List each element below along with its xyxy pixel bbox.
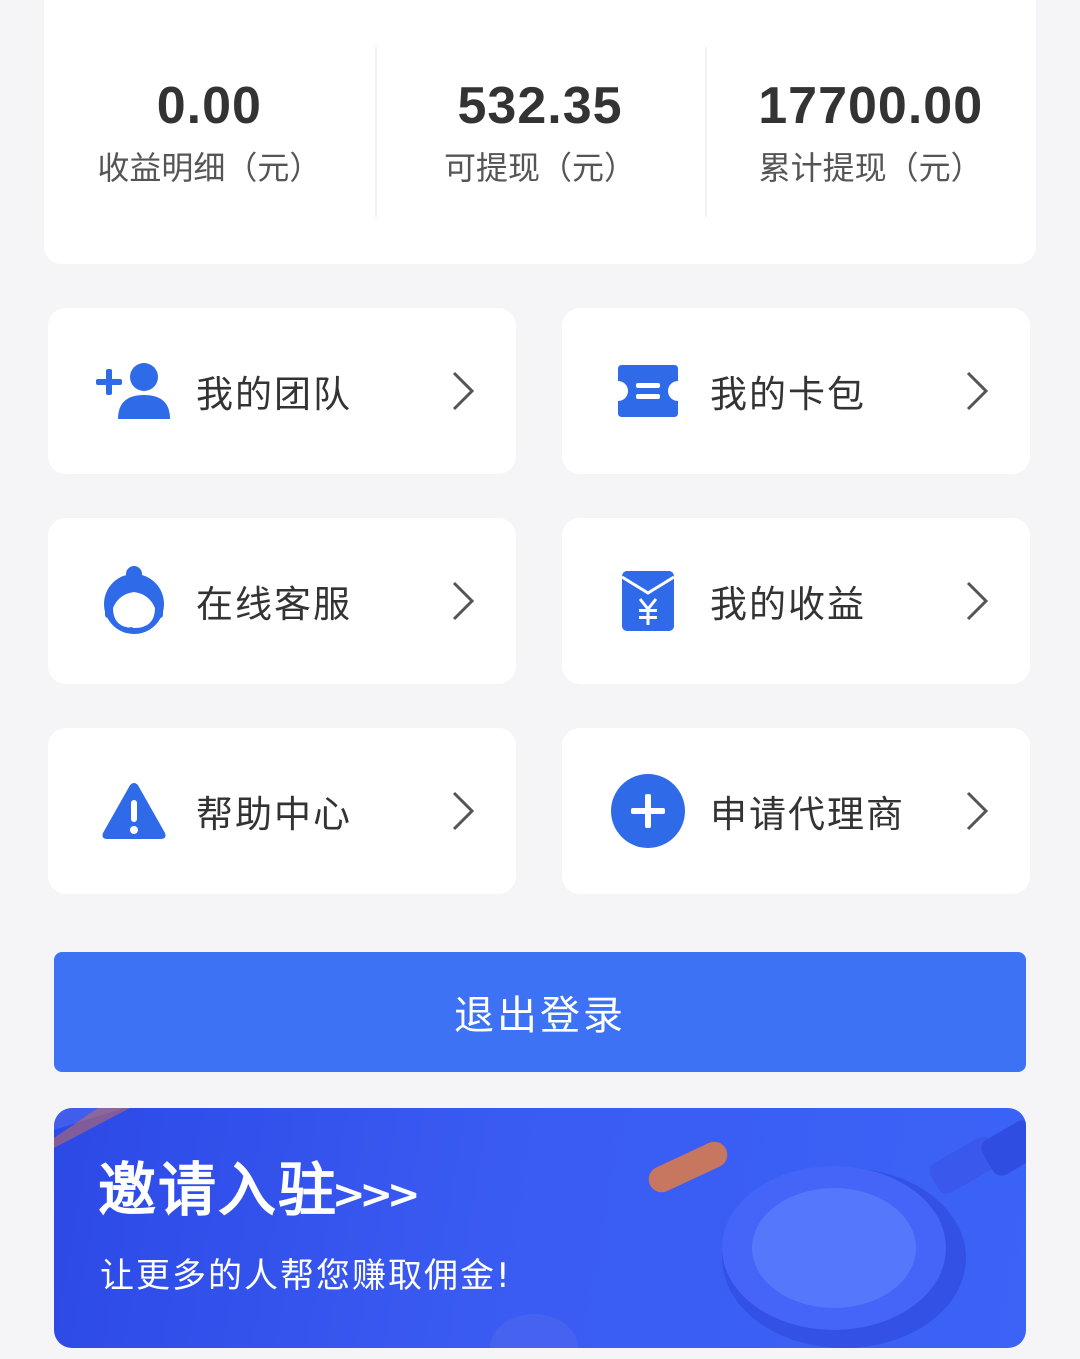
chevron-right-icon <box>452 371 475 411</box>
chevron-right-icon <box>966 581 989 621</box>
stat-label: 可提现（元） <box>444 149 637 187</box>
menu-item-label: 我的团队 <box>196 373 352 416</box>
menu-item-help-center[interactable]: 帮助中心 <box>48 728 516 894</box>
stat-label: 累计提现（元） <box>758 149 983 187</box>
menu-item-label: 我的收益 <box>710 583 866 626</box>
stat-income-detail[interactable]: 0.00 收益明细（元） <box>44 47 375 217</box>
chevron-right-icon <box>452 581 475 621</box>
profile-page: 0.00 收益明细（元） 532.35 可提现（元） 17700.00 累计提现… <box>0 0 1080 1359</box>
customer-service-icon <box>94 561 174 641</box>
menu-item-label: 我的卡包 <box>710 373 866 416</box>
menu-item-apply-agent[interactable]: 申请代理商 <box>562 728 1030 894</box>
logout-button[interactable]: 退出登录 <box>54 952 1026 1072</box>
plus-circle-icon <box>608 771 688 851</box>
chevron-right-icon <box>452 791 475 831</box>
stat-value: 0.00 <box>156 77 262 135</box>
menu-item-label: 申请代理商 <box>710 793 905 836</box>
stat-label: 收益明细（元） <box>97 149 322 187</box>
stat-total-withdrawn[interactable]: 17700.00 累计提现（元） <box>705 47 1036 217</box>
stat-value: 532.35 <box>457 77 623 135</box>
add-user-icon <box>94 351 174 431</box>
menu-item-card-wallet[interactable]: 我的卡包 <box>562 308 1030 474</box>
chevron-right-icon <box>966 371 989 411</box>
banner-title: 邀请入驻 <box>98 1158 339 1223</box>
magnifier-illustration <box>54 1108 1026 1348</box>
menu-item-customer-service[interactable]: 在线客服 <box>48 518 516 684</box>
menu-item-label: 在线客服 <box>196 583 352 626</box>
card-wallet-icon <box>608 351 688 431</box>
yuan-envelope-icon <box>608 561 688 641</box>
menu-item-label: 帮助中心 <box>196 793 352 836</box>
chevron-right-icon <box>966 791 989 831</box>
stat-value: 17700.00 <box>758 77 984 135</box>
invite-banner[interactable]: 邀请入驻 >>> 让更多的人帮您赚取佣金! <box>54 1108 1026 1348</box>
menu-item-my-earnings[interactable]: 我的收益 <box>562 518 1030 684</box>
earnings-stats-card: 0.00 收益明细（元） 532.35 可提现（元） 17700.00 累计提现… <box>44 0 1036 264</box>
stat-withdrawable[interactable]: 532.35 可提现（元） <box>374 47 706 217</box>
banner-subtitle: 让更多的人帮您赚取佣金! <box>100 1256 512 1296</box>
warning-icon <box>94 771 174 851</box>
chevrons-right-icon: >>> <box>332 1172 421 1218</box>
menu-item-my-team[interactable]: 我的团队 <box>48 308 516 474</box>
